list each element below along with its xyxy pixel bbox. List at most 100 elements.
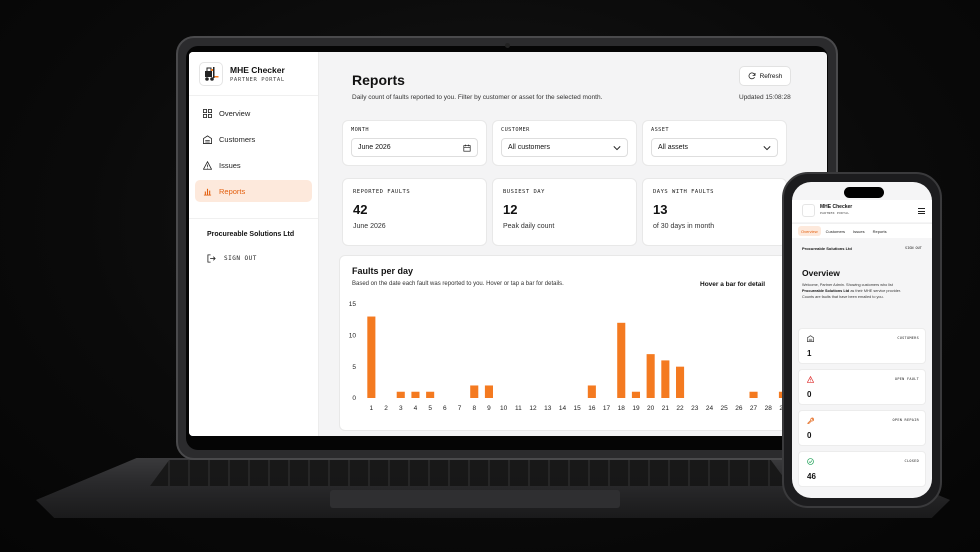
phone-sign-out-button[interactable]: SIGN OUT — [905, 246, 922, 250]
x-tick-label: 14 — [559, 405, 567, 412]
check-circle-icon — [807, 458, 814, 465]
bar-day-21[interactable] — [661, 360, 670, 398]
warning-icon — [203, 160, 212, 170]
customer-value: All customers — [508, 144, 551, 151]
bar-day-9[interactable] — [484, 385, 493, 398]
x-tick-label: 22 — [676, 405, 684, 412]
month-filter: MONTH June 2026 — [342, 120, 487, 166]
refresh-button[interactable]: Refresh — [739, 66, 791, 86]
bar-day-8[interactable] — [470, 385, 479, 398]
x-tick-label: 21 — [662, 405, 670, 412]
phone-brand-title: MHE Checker — [820, 204, 853, 210]
brand-subtitle: PARTNER PORTAL — [230, 76, 285, 83]
phone-tab-customers[interactable]: Customers — [823, 226, 848, 236]
hamburger-menu-icon[interactable] — [918, 208, 925, 214]
phone-tab-overview[interactable]: Overview — [798, 226, 821, 236]
updated-timestamp: Updated 15:08:28 — [739, 94, 791, 101]
x-tick-label: 10 — [500, 405, 508, 412]
x-tick-label: 18 — [618, 405, 626, 412]
customer-select[interactable]: All customers — [501, 138, 628, 157]
x-tick-label: 25 — [721, 405, 729, 412]
x-tick-label: 27 — [750, 405, 758, 412]
desc-line: as their MHE service provider. — [849, 289, 901, 293]
x-tick-label: 17 — [603, 405, 611, 412]
bar-day-22[interactable] — [676, 366, 685, 398]
stat-days-with-faults: DAYS WITH FAULTS 13 of 30 days in month — [642, 178, 787, 246]
x-tick-label: 23 — [691, 405, 699, 412]
faults-per-day-chart-card: Faults per day Based on the date each fa… — [339, 255, 814, 431]
bar-day-19[interactable] — [631, 391, 640, 398]
x-tick-label: 19 — [632, 405, 640, 412]
refresh-icon — [748, 72, 756, 80]
month-value: June 2026 — [358, 144, 391, 151]
chart-title: Faults per day — [352, 266, 414, 276]
card-label: OPEN REPAIR — [892, 418, 919, 422]
stat-label: BUSIEST DAY — [503, 189, 545, 195]
bar-day-5[interactable] — [426, 391, 435, 398]
asset-filter: ASSET All assets — [642, 120, 787, 166]
calendar-icon[interactable] — [463, 144, 471, 152]
card-open-repair[interactable]: OPEN REPAIR 0 — [798, 410, 926, 446]
month-input[interactable]: June 2026 — [351, 138, 478, 157]
customer-filter-label: CUSTOMER — [501, 127, 530, 133]
card-label: CUSTOMERS — [897, 336, 919, 340]
sidebar-item-issues[interactable]: Issues — [195, 154, 312, 176]
refresh-label: Refresh — [759, 72, 783, 80]
y-tick-label: 15 — [349, 301, 357, 308]
bar-day-16[interactable] — [587, 385, 596, 398]
phone-tab-reports[interactable]: Reports — [870, 226, 890, 236]
y-tick-label: 0 — [352, 395, 356, 402]
asset-value: All assets — [658, 144, 688, 151]
chart-hint: Hover a bar for detail — [700, 281, 766, 288]
phone-header: MHE Checker PARTNER PORTAL — [792, 200, 932, 222]
sign-out-button[interactable]: SIGN OUT — [189, 238, 318, 263]
page-title: Reports — [352, 72, 405, 88]
grid-icon — [203, 108, 212, 118]
x-tick-label: 11 — [515, 405, 522, 412]
phone-organization-name: Procureable Solutions Ltd — [802, 246, 852, 251]
desc-line: Welcome, Partner Admin. Showing customer… — [802, 283, 893, 287]
phone-frame: MHE Checker PARTNER PORTAL Overview Cust… — [782, 172, 942, 508]
sidebar-item-overview[interactable]: Overview — [195, 102, 312, 124]
bar-day-3[interactable] — [396, 391, 405, 398]
sidebar-item-customers[interactable]: Customers — [195, 128, 312, 150]
card-open-fault[interactable]: OPEN FAULT 0 — [798, 369, 926, 405]
bar-day-1[interactable] — [367, 316, 376, 398]
stat-label: REPORTED FAULTS — [353, 189, 411, 195]
sidebar-item-reports[interactable]: Reports — [195, 180, 312, 202]
card-closed[interactable]: CLOSED 46 — [798, 451, 926, 487]
x-tick-label: 12 — [529, 405, 537, 412]
bar-day-18[interactable] — [617, 322, 626, 398]
card-value: 0 — [807, 431, 812, 440]
x-tick-label: 24 — [706, 405, 714, 412]
bar-day-20[interactable] — [646, 354, 655, 398]
phone-tab-issues[interactable]: Issues — [850, 226, 868, 236]
scene: MHE Checker PARTNER PORTAL Overview Cust… — [0, 0, 980, 552]
stat-subtext: June 2026 — [353, 223, 386, 230]
y-tick-label: 5 — [352, 364, 356, 371]
bar-day-27[interactable] — [749, 391, 758, 398]
asset-select[interactable]: All assets — [651, 138, 778, 157]
asset-filter-label: ASSET — [651, 127, 669, 133]
chevron-down-icon — [763, 145, 771, 150]
x-tick-label: 9 — [487, 405, 491, 412]
tab-label: Reports — [872, 228, 887, 234]
phone-screen: MHE Checker PARTNER PORTAL Overview Cust… — [792, 182, 932, 498]
warning-icon — [807, 376, 814, 383]
card-value: 1 — [807, 349, 812, 358]
stat-value: 13 — [653, 202, 668, 217]
y-tick-label: 10 — [349, 333, 357, 340]
card-value: 0 — [807, 390, 812, 399]
card-label: OPEN FAULT — [894, 377, 919, 381]
month-filter-label: MONTH — [351, 127, 369, 133]
stat-subtext: of 30 days in month — [653, 223, 715, 230]
bar-day-4[interactable] — [411, 391, 420, 398]
card-customers[interactable]: CUSTOMERS 1 — [798, 328, 926, 364]
chevron-down-icon — [613, 145, 621, 150]
laptop-screen: MHE Checker PARTNER PORTAL Overview Cust… — [189, 52, 827, 436]
x-tick-label: 28 — [765, 405, 773, 412]
x-tick-label: 16 — [588, 405, 596, 412]
sidebar-item-label: Issues — [219, 160, 241, 170]
x-tick-label: 7 — [458, 405, 462, 412]
brand[interactable]: MHE Checker PARTNER PORTAL — [189, 52, 318, 96]
